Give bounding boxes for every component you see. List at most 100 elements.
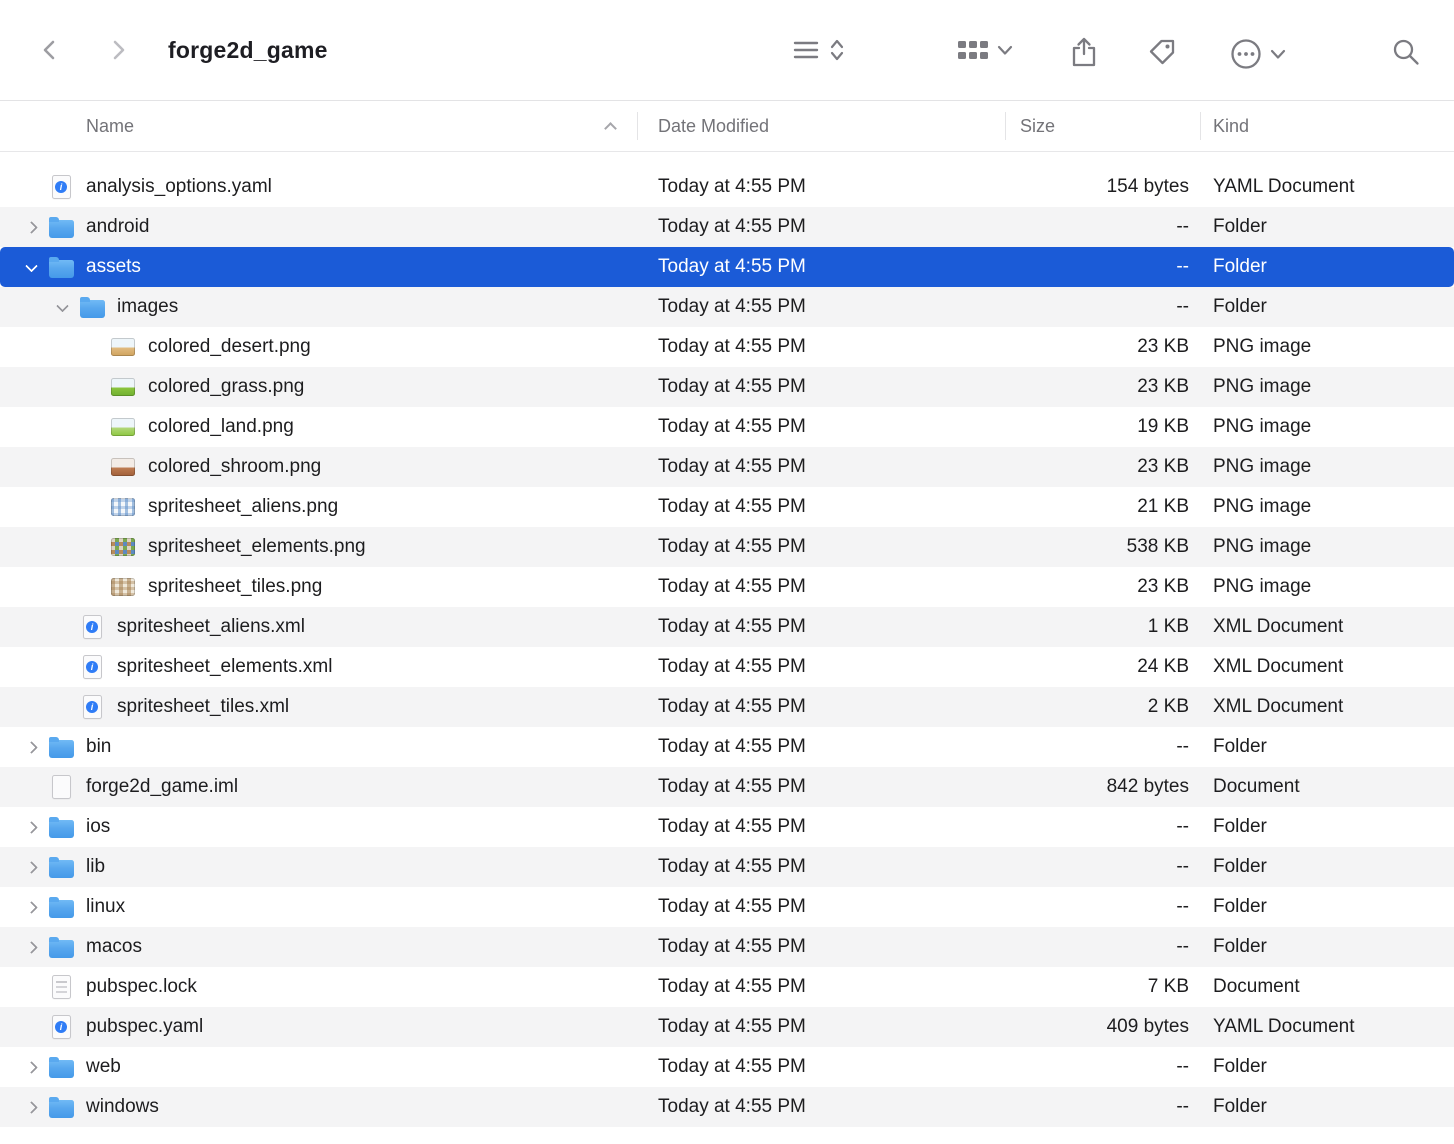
image-thumbnail-icon (111, 498, 135, 516)
folder-icon (80, 300, 105, 318)
file-name: images (117, 296, 178, 318)
disclosure-chevron[interactable] (14, 823, 48, 832)
file-size: 842 bytes (1006, 776, 1201, 798)
file-row[interactable]: linuxToday at 4:55 PM--Folder (0, 887, 1454, 927)
file-row[interactable]: colored_desert.png Today at 4:55 PM23 KBP… (0, 327, 1454, 367)
disclosure-chevron[interactable] (14, 903, 48, 912)
file-row[interactable]: forge2d_game.imlToday at 4:55 PM842 byte… (0, 767, 1454, 807)
file-name-cell: lib (0, 852, 638, 882)
disclosure-chevron[interactable] (14, 1063, 48, 1072)
file-size: -- (1006, 896, 1201, 918)
file-date-modified: Today at 4:55 PM (638, 456, 1006, 478)
file-row[interactable]: webToday at 4:55 PM--Folder (0, 1047, 1454, 1087)
file-row[interactable]: spritesheet_tiles.xmlToday at 4:55 PM2 K… (0, 687, 1454, 727)
file-icon-slot (110, 572, 136, 602)
file-name-cell: spritesheet_aliens.png (0, 492, 638, 522)
file-name-cell: spritesheet_tiles.png (0, 572, 638, 602)
search-button[interactable] (1390, 36, 1422, 68)
share-icon (1068, 36, 1100, 68)
file-date-modified: Today at 4:55 PM (638, 336, 1006, 358)
folder-icon (49, 860, 74, 878)
view-options-button[interactable] (790, 36, 846, 64)
file-row[interactable]: colored_shroom.pngToday at 4:55 PM23 KBP… (0, 447, 1454, 487)
file-row[interactable]: binToday at 4:55 PM--Folder (0, 727, 1454, 767)
window-title: forge2d_game (168, 0, 328, 100)
back-button[interactable] (36, 36, 64, 64)
file-kind: Folder (1201, 856, 1454, 878)
file-kind: PNG image (1201, 456, 1454, 478)
file-row[interactable]: androidToday at 4:55 PM--Folder (0, 207, 1454, 247)
file-row[interactable]: imagesToday at 4:55 PM--Folder (0, 287, 1454, 327)
file-row[interactable]: iosToday at 4:55 PM--Folder (0, 807, 1454, 847)
share-button[interactable] (1068, 36, 1100, 68)
file-name-cell: linux (0, 892, 638, 922)
file-kind: PNG image (1201, 416, 1454, 438)
xml-document-icon (83, 615, 102, 639)
column-header-kind[interactable]: Kind (1201, 116, 1454, 137)
file-size: 23 KB (1006, 336, 1201, 358)
chevron-right-icon (104, 36, 132, 64)
file-name-cell: bin (0, 732, 638, 762)
file-row[interactable]: spritesheet_elements.xmlToday at 4:55 PM… (0, 647, 1454, 687)
file-row[interactable]: colored_grass.pngToday at 4:55 PM23 KBPN… (0, 367, 1454, 407)
file-date-modified: Today at 4:55 PM (638, 776, 1006, 798)
file-row[interactable]: windowsToday at 4:55 PM--Folder (0, 1087, 1454, 1127)
folder-icon (49, 820, 74, 838)
column-header-size[interactable]: Size (1006, 116, 1200, 137)
folder-icon (49, 260, 74, 278)
file-kind: Folder (1201, 216, 1454, 238)
file-icon-slot (48, 812, 74, 842)
disclosure-chevron[interactable] (14, 743, 48, 752)
disclosure-chevron[interactable] (14, 1103, 48, 1112)
column-header-name[interactable]: Name (0, 116, 637, 137)
file-kind: XML Document (1201, 616, 1454, 638)
file-row[interactable]: spritesheet_elements.pngToday at 4:55 PM… (0, 527, 1454, 567)
file-size: 24 KB (1006, 656, 1201, 678)
file-row[interactable]: spritesheet_tiles.pngToday at 4:55 PM23 … (0, 567, 1454, 607)
file-row[interactable]: macosToday at 4:55 PM--Folder (0, 927, 1454, 967)
file-row[interactable]: libToday at 4:55 PM--Folder (0, 847, 1454, 887)
more-actions-button[interactable] (1228, 36, 1286, 72)
column-header-date-modified[interactable]: Date Modified (638, 116, 1005, 137)
file-name: pubspec.yaml (86, 1016, 203, 1038)
file-name: colored_desert.png (148, 336, 311, 358)
disclosure-chevron[interactable] (14, 263, 48, 272)
file-kind: Folder (1201, 296, 1454, 318)
file-icon-slot (79, 292, 105, 322)
file-name: spritesheet_tiles.png (148, 576, 322, 598)
file-row[interactable]: spritesheet_aliens.pngToday at 4:55 PM21… (0, 487, 1454, 527)
disclosure-chevron[interactable] (45, 303, 79, 312)
forward-button[interactable] (104, 36, 132, 64)
file-name: colored_shroom.png (148, 456, 321, 478)
file-kind: PNG image (1201, 336, 1454, 358)
file-row[interactable]: pubspec.lockToday at 4:55 PM7 KBDocument (0, 967, 1454, 1007)
disclosure-chevron[interactable] (14, 863, 48, 872)
file-name: bin (86, 736, 111, 758)
group-by-button[interactable] (955, 36, 1013, 64)
file-row[interactable]: assetsToday at 4:55 PM--Folder (0, 247, 1454, 287)
grid-view-icon (955, 36, 991, 64)
disclosure-chevron[interactable] (14, 223, 48, 232)
file-kind: Folder (1201, 256, 1454, 278)
file-row[interactable]: colored_land.pngToday at 4:55 PM19 KBPNG… (0, 407, 1454, 447)
file-row[interactable]: analysis_options.yamlToday at 4:55 PM154… (0, 167, 1454, 207)
file-size: -- (1006, 736, 1201, 758)
file-name-cell: windows (0, 1092, 638, 1122)
file-name-cell: images (0, 292, 638, 322)
file-size: -- (1006, 1056, 1201, 1078)
disclosure-chevron[interactable] (14, 943, 48, 952)
file-icon-slot (79, 652, 105, 682)
file-icon-slot (48, 772, 74, 802)
file-name-cell: colored_land.png (0, 412, 638, 442)
file-kind: PNG image (1201, 376, 1454, 398)
chevron-down-icon (997, 44, 1013, 56)
tags-button[interactable] (1146, 36, 1178, 68)
file-row[interactable]: pubspec.yamlToday at 4:55 PM409 bytesYAM… (0, 1007, 1454, 1047)
file-name-cell: macos (0, 932, 638, 962)
file-name-cell: spritesheet_elements.png (0, 532, 638, 562)
file-kind: XML Document (1201, 696, 1454, 718)
file-name-cell: spritesheet_aliens.xml (0, 612, 638, 642)
file-icon-slot (110, 332, 136, 362)
file-row[interactable]: spritesheet_aliens.xmlToday at 4:55 PM1 … (0, 607, 1454, 647)
column-header-row: Name Date Modified Size Kind (0, 101, 1454, 152)
